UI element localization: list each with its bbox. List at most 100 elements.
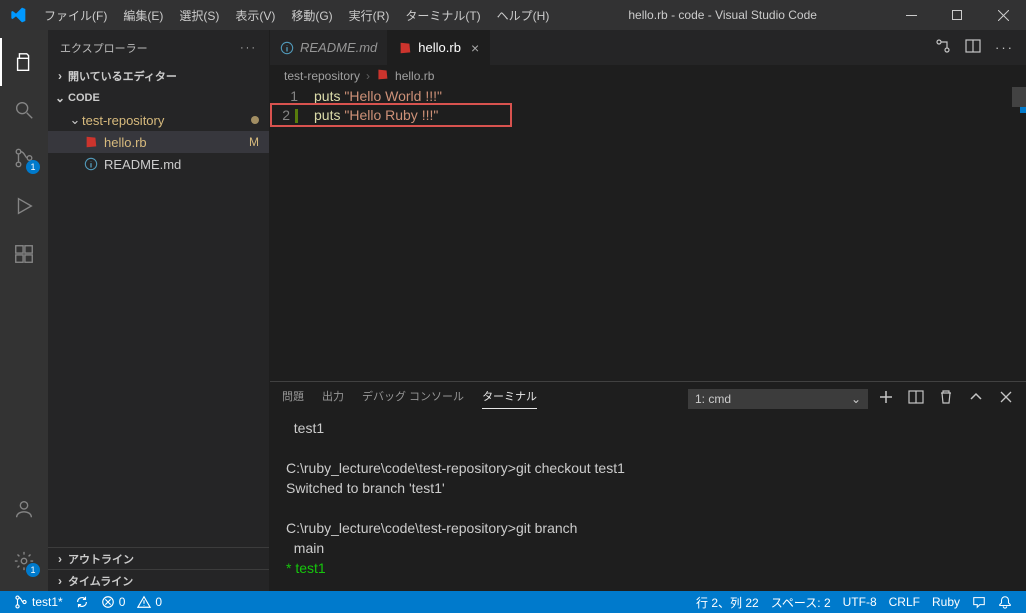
open-editors-label: 開いているエディター	[68, 68, 177, 84]
menu-terminal[interactable]: ターミナル(T)	[397, 7, 488, 24]
panel-tab-output[interactable]: 出力	[322, 388, 344, 409]
debug-icon[interactable]	[0, 182, 48, 230]
terminal-line: C:\ruby_lecture\code\test-repository>git…	[286, 460, 625, 476]
split-terminal-icon[interactable]	[908, 389, 924, 408]
branch-name: test1*	[32, 595, 63, 609]
menu-help[interactable]: ヘルプ(H)	[489, 7, 558, 24]
modified-dot-icon	[251, 116, 259, 124]
status-errors[interactable]: 0	[95, 595, 132, 609]
minimap[interactable]	[976, 87, 1026, 381]
extensions-icon[interactable]	[0, 230, 48, 278]
tab-label: hello.rb	[418, 40, 461, 55]
terminal-line: main	[286, 540, 324, 556]
account-icon[interactable]	[0, 485, 48, 533]
chevron-right-icon: ›	[52, 552, 68, 566]
settings-badge: 1	[26, 563, 40, 577]
status-branch[interactable]: test1*	[8, 595, 69, 609]
menu-run[interactable]: 実行(R)	[341, 7, 398, 24]
code-string: "Hello World !!!"	[344, 88, 442, 104]
panel-tab-problems[interactable]: 問題	[282, 388, 304, 409]
status-feedback-icon[interactable]	[966, 594, 992, 611]
status-eol[interactable]: CRLF	[883, 594, 926, 611]
sidebar-more-icon[interactable]: ···	[240, 42, 257, 54]
open-editors-section[interactable]: › 開いているエディター	[48, 65, 269, 87]
errors-count: 0	[119, 595, 126, 609]
status-bell-icon[interactable]	[992, 594, 1018, 611]
new-terminal-icon[interactable]	[878, 389, 894, 408]
outline-section[interactable]: › アウトライン	[48, 547, 269, 569]
panel-tab-debug[interactable]: デバッグ コンソール	[362, 388, 464, 409]
search-icon[interactable]	[0, 86, 48, 134]
file-tree: ⌄ test-repository hello.rb M README.md	[48, 109, 269, 547]
maximize-button[interactable]	[934, 0, 980, 30]
close-button[interactable]	[980, 0, 1026, 30]
chevron-right-icon: ›	[52, 574, 68, 588]
minimize-button[interactable]	[888, 0, 934, 30]
chevron-right-icon: ›	[52, 69, 68, 83]
window-controls	[888, 0, 1026, 30]
close-icon[interactable]: ×	[471, 40, 479, 56]
line-gutter: 1 2	[270, 87, 310, 381]
status-sync[interactable]	[69, 595, 95, 609]
maximize-panel-icon[interactable]	[968, 389, 984, 408]
code-content[interactable]: puts "Hello World !!!" puts "Hello Ruby …	[310, 87, 976, 381]
split-editor-icon[interactable]	[965, 38, 981, 57]
status-bar: test1* 0 0 行 2、列 22 スペース: 2 UTF-8 CRLF R…	[0, 591, 1026, 613]
terminal-selector-label: 1: cmd	[695, 392, 731, 406]
more-icon[interactable]: ···	[995, 40, 1014, 55]
status-language[interactable]: Ruby	[926, 594, 966, 611]
chevron-right-icon: ›	[366, 69, 370, 83]
panel-tabs: 問題 出力 デバッグ コンソール ターミナル 1: cmd ⌄	[270, 382, 1026, 415]
terminal[interactable]: test1 C:\ruby_lecture\code\test-reposito…	[270, 415, 1026, 591]
terminal-selector[interactable]: 1: cmd ⌄	[688, 389, 868, 409]
info-file-icon	[280, 41, 294, 55]
editor-area: README.md hello.rb × ··· test-reposit	[270, 30, 1026, 591]
breadcrumb[interactable]: test-repository › hello.rb	[270, 65, 1026, 87]
source-control-icon[interactable]: 1	[0, 134, 48, 182]
tab-readme[interactable]: README.md	[270, 30, 388, 65]
minimap-slider[interactable]	[1012, 87, 1026, 107]
tab-hello-rb[interactable]: hello.rb ×	[388, 30, 490, 65]
menu-edit[interactable]: 編集(E)	[115, 7, 171, 24]
code-keyword: puts	[314, 107, 340, 123]
compare-icon[interactable]	[935, 38, 951, 57]
status-warnings[interactable]: 0	[131, 595, 168, 609]
overview-ruler-marker	[1020, 107, 1026, 113]
explorer-icon[interactable]	[0, 38, 48, 86]
file-name: hello.rb	[104, 135, 147, 150]
status-spaces[interactable]: スペース: 2	[765, 594, 837, 611]
terminal-line: Switched to branch 'test1'	[286, 480, 445, 496]
timeline-section[interactable]: › タイムライン	[48, 569, 269, 591]
settings-gear-icon[interactable]: 1	[0, 537, 48, 585]
code-editor[interactable]: 1 2 puts "Hello World !!!" puts "Hello R…	[270, 87, 1026, 381]
breadcrumb-segment[interactable]: hello.rb	[395, 69, 434, 83]
warnings-count: 0	[155, 595, 162, 609]
file-row-readme[interactable]: README.md	[48, 153, 269, 175]
folder-row[interactable]: ⌄ test-repository	[48, 109, 269, 131]
terminal-line: test1	[286, 420, 324, 436]
code-keyword: puts	[314, 88, 340, 104]
workspace-section[interactable]: ⌄ CODE	[48, 87, 269, 109]
kill-terminal-icon[interactable]	[938, 389, 954, 408]
sidebar-title: エクスプローラー	[60, 40, 148, 56]
menu-file[interactable]: ファイル(F)	[36, 7, 115, 24]
breadcrumb-segment[interactable]: test-repository	[284, 69, 360, 83]
outline-label: アウトライン	[68, 551, 134, 567]
status-encoding[interactable]: UTF-8	[837, 594, 883, 611]
status-line-col[interactable]: 行 2、列 22	[690, 594, 765, 611]
editor-tabs: README.md hello.rb × ···	[270, 30, 1026, 65]
file-row-hello-rb[interactable]: hello.rb M	[48, 131, 269, 153]
chevron-down-icon: ⌄	[52, 91, 68, 105]
vscode-logo-icon	[10, 7, 26, 23]
menu-selection[interactable]: 選択(S)	[171, 7, 227, 24]
ruby-file-icon	[376, 68, 389, 84]
panel-tab-terminal[interactable]: ターミナル	[482, 388, 537, 409]
scm-badge: 1	[26, 160, 40, 174]
menu-go[interactable]: 移動(G)	[283, 7, 340, 24]
close-panel-icon[interactable]	[998, 389, 1014, 408]
activity-bar: 1 1	[0, 30, 48, 591]
tab-label: README.md	[300, 40, 377, 55]
menu-view[interactable]: 表示(V)	[227, 7, 283, 24]
ruby-file-icon	[398, 41, 412, 55]
terminal-line: * test1	[286, 560, 326, 576]
